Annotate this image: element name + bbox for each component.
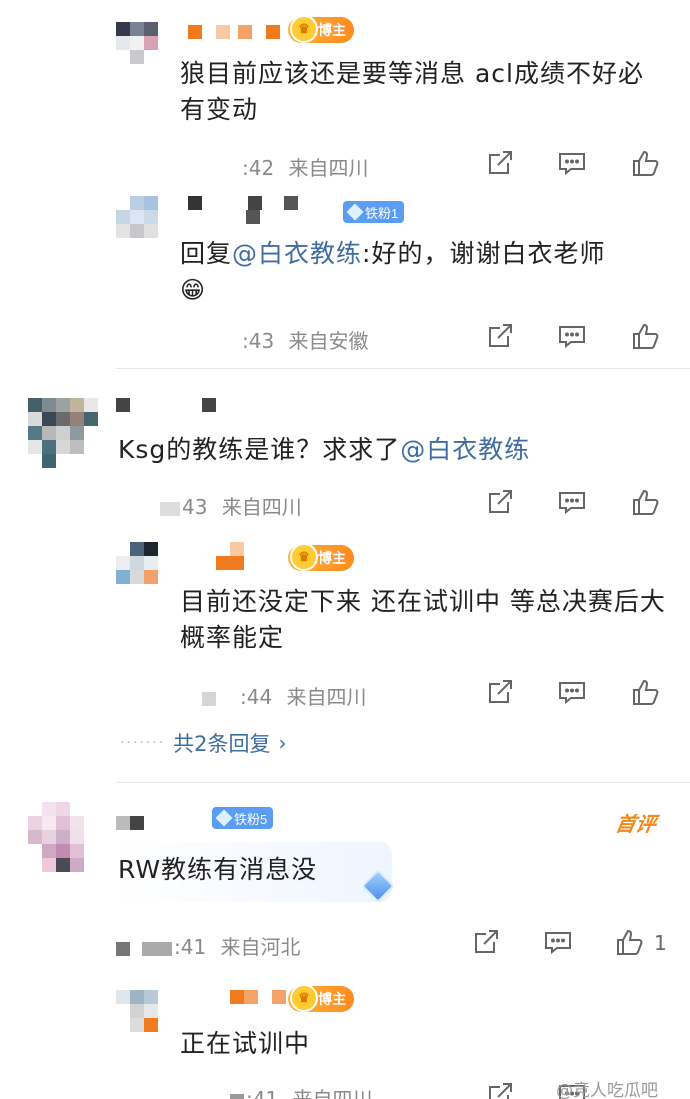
comment-icon[interactable] <box>542 927 574 957</box>
crown-icon: ♛ <box>290 984 318 1012</box>
blogger-badge: ♛ 博主 <box>288 543 354 571</box>
fan-badge: 铁粉1 <box>343 201 405 223</box>
comment-text: Ksg的教练是谁？求求了@白衣教练 <box>118 435 531 464</box>
crown-icon: ♛ <box>290 15 318 43</box>
username[interactable] <box>116 398 216 412</box>
avatar[interactable] <box>116 196 160 240</box>
share-icon[interactable] <box>484 1080 516 1099</box>
dots-decoration: ······· <box>120 735 166 751</box>
diamond-icon <box>215 809 233 827</box>
comment-text: 目前还没定下来 还在试训中 等总决赛后大概率能定 <box>180 587 666 652</box>
comment-text: 正在试训中 <box>180 1029 311 1058</box>
diamond-icon <box>346 203 364 221</box>
like-count: 1 <box>654 931 667 955</box>
watermark: @竞人吃瓜吧 <box>556 1081 658 1099</box>
time-blur <box>142 941 172 956</box>
comment-meta: :44 来自四川 <box>202 681 367 710</box>
blogger-badge: ♛ 博主 <box>288 984 354 1012</box>
username-block <box>246 210 260 224</box>
like-icon[interactable] <box>630 148 662 178</box>
blogger-badge: ♛ 博主 <box>288 15 354 43</box>
crown-icon: ♛ <box>290 543 318 571</box>
share-icon[interactable] <box>484 677 516 707</box>
avatar[interactable] <box>116 542 160 586</box>
comment-text: 回复@白衣教练:好的，谢谢白衣老师 😁 <box>180 239 606 304</box>
username[interactable] <box>216 542 244 556</box>
comment-icon[interactable] <box>556 677 588 707</box>
comment-icon[interactable] <box>556 148 588 178</box>
first-comment-tag: 首评 <box>613 812 658 836</box>
comment-icon[interactable] <box>556 487 588 517</box>
comment-text: 狼目前应该还是要等消息 acl成绩不好必有变动 <box>180 59 644 124</box>
share-icon[interactable] <box>470 927 502 957</box>
username[interactable] <box>116 816 144 830</box>
comment-meta: :41 来自河北 <box>116 931 301 960</box>
share-icon[interactable] <box>484 321 516 351</box>
time-blur <box>116 941 130 956</box>
comment-meta: :41 来自四川 <box>230 1083 373 1099</box>
more-replies-link[interactable]: ······· 共2条回复 › <box>120 728 287 758</box>
username-block <box>216 556 244 570</box>
laugh-emoji-icon: 😁 <box>180 276 207 304</box>
like-icon[interactable] <box>630 487 662 517</box>
username[interactable] <box>188 196 298 210</box>
username[interactable] <box>188 25 280 39</box>
comment-meta: :42 来自四川 <box>242 156 369 180</box>
like-icon[interactable] <box>630 321 662 351</box>
time-blur <box>160 501 180 516</box>
avatar[interactable] <box>28 398 100 470</box>
avatar[interactable] <box>116 990 160 1034</box>
divider <box>116 782 690 783</box>
mention-link[interactable]: @白衣教练 <box>400 435 530 464</box>
time-blur <box>230 1093 244 1099</box>
mention-link[interactable]: @白衣教练 <box>232 239 362 268</box>
comment-icon[interactable] <box>556 321 588 351</box>
comment-meta: :43 来自安徽 <box>242 329 369 353</box>
divider <box>116 368 690 369</box>
time-blur <box>202 691 216 706</box>
like-icon[interactable] <box>630 677 662 707</box>
chevron-right-icon: › <box>278 731 287 755</box>
comment-meta: 43 来自四川 <box>160 491 302 520</box>
like-icon[interactable] <box>614 927 646 957</box>
avatar[interactable] <box>116 22 160 66</box>
avatar[interactable] <box>28 802 100 874</box>
fan-badge: 铁粉5 <box>212 807 274 829</box>
share-icon[interactable] <box>484 148 516 178</box>
share-icon[interactable] <box>484 487 516 517</box>
username[interactable] <box>230 990 286 1004</box>
